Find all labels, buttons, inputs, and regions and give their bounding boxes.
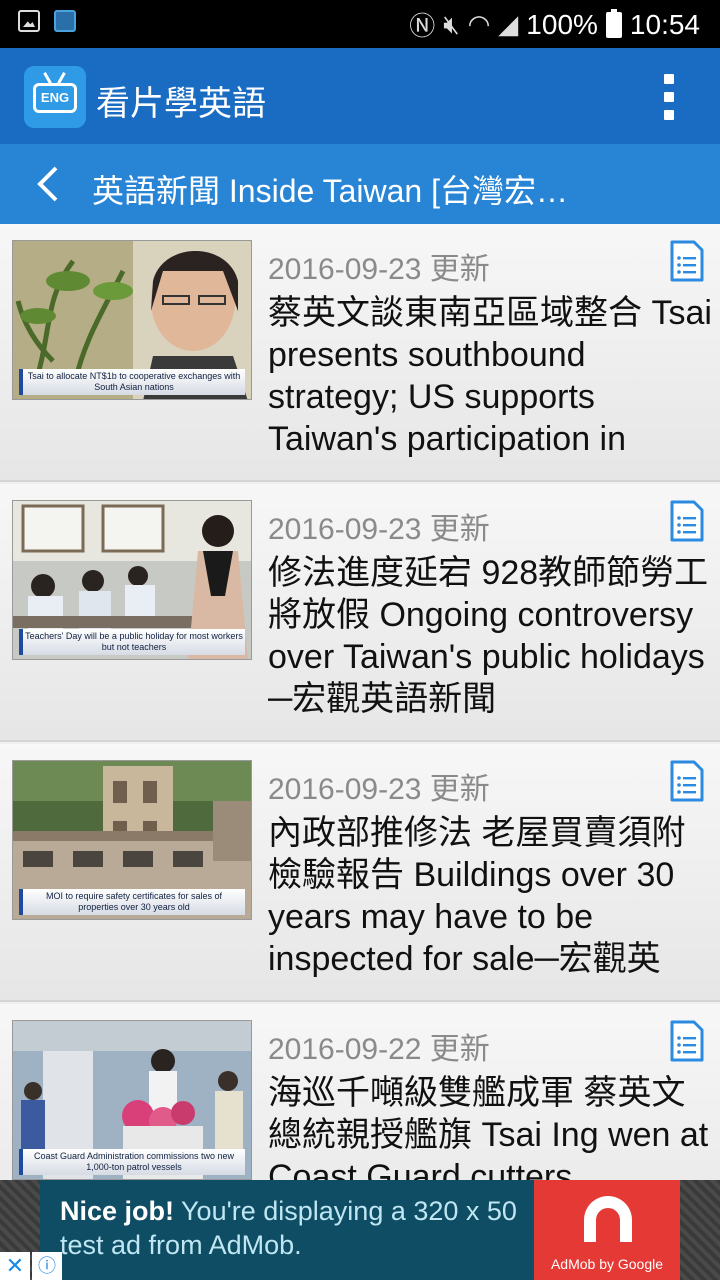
admob-logo-icon [584, 1196, 632, 1242]
status-bar: Ⓝ 🔇︎ ◠ ◢ 100% 10:54 [0, 0, 720, 48]
thumbnail-caption: Coast Guard Administration commissions t… [19, 1149, 245, 1175]
news-item[interactable]: Teachers' Day will be a public holiday f… [0, 484, 720, 742]
ad-info-icon[interactable]: ⓘ [32, 1252, 62, 1280]
news-thumbnail[interactable]: Teachers' Day will be a public holiday f… [12, 500, 252, 660]
thumbnail-caption: MOI to require safety certificates for s… [19, 889, 245, 915]
app-bar: ENG 看片學英語 [0, 48, 720, 144]
document-icon[interactable] [670, 1020, 704, 1062]
document-icon[interactable] [670, 240, 704, 282]
news-item[interactable]: MOI to require safety certificates for s… [0, 744, 720, 1002]
news-date: 2016-09-23 更新 [268, 773, 490, 806]
news-headline[interactable]: 蔡英文談東南亞區域整合 Tsai presents southbound str… [268, 292, 714, 472]
back-arrow-icon[interactable] [30, 164, 70, 204]
ad-content[interactable]: Nice job! You're displaying a 320 x 50 t… [40, 1180, 680, 1280]
mute-icon: 🔇︎ [443, 8, 460, 39]
news-thumbnail[interactable]: MOI to require safety certificates for s… [12, 760, 252, 920]
news-headline[interactable]: 內政部推修法 老屋買賣須附檢驗報告 Buildings over 30 year… [268, 812, 714, 992]
app-logo-text: ENG [33, 83, 77, 113]
battery-percent: 100% [526, 8, 598, 40]
news-list[interactable]: Tsai to allocate NT$1b to cooperative ex… [0, 224, 720, 1180]
overflow-menu-icon[interactable] [662, 74, 676, 120]
news-headline[interactable]: 修法進度延宕 928教師節勞工將放假 Ongoing controversy o… [268, 552, 714, 732]
news-headline[interactable]: 海巡千噸級雙艦成軍 蔡英文總統親授艦旗 Tsai Ing wen at Coas… [268, 1072, 714, 1180]
signal-icon: ◢ [498, 9, 519, 39]
category-header: 英語新聞 Inside Taiwan [台灣宏… [0, 144, 720, 224]
ad-text: Nice job! You're displaying a 320 x 50 t… [60, 1194, 540, 1262]
admob-logo: AdMob by Google [534, 1180, 680, 1280]
admob-brand-text: AdMob by Google [550, 1256, 664, 1272]
battery-icon [605, 8, 622, 38]
thumbnail-caption: Tsai to allocate NT$1b to cooperative ex… [19, 369, 245, 395]
ad-text-bold: Nice job! [60, 1196, 175, 1226]
news-item[interactable]: Coast Guard Administration commissions t… [0, 1004, 720, 1180]
document-icon[interactable] [670, 760, 704, 802]
ad-close-icon[interactable]: ✕ [0, 1252, 30, 1280]
wifi-icon: ◠ [467, 9, 491, 39]
thumbnail-caption: Teachers' Day will be a public holiday f… [19, 629, 245, 655]
news-thumbnail[interactable]: Tsai to allocate NT$1b to cooperative ex… [12, 240, 252, 400]
nfc-icon: Ⓝ [409, 11, 436, 41]
app-logo-icon: ENG [24, 66, 86, 128]
clock: 10:54 [629, 8, 700, 40]
news-thumbnail[interactable]: Coast Guard Administration commissions t… [12, 1020, 252, 1180]
document-icon[interactable] [670, 500, 704, 542]
news-date: 2016-09-22 更新 [268, 1033, 490, 1066]
gallery-notification-icon [18, 10, 40, 32]
news-item[interactable]: Tsai to allocate NT$1b to cooperative ex… [0, 224, 720, 482]
news-date: 2016-09-23 更新 [268, 513, 490, 546]
app-title: 看片學英語 [96, 85, 266, 123]
news-date: 2016-09-23 更新 [268, 253, 490, 286]
app-notification-icon [54, 10, 76, 32]
category-title: 英語新聞 Inside Taiwan [台灣宏… [92, 173, 568, 209]
ad-banner[interactable]: Nice job! You're displaying a 320 x 50 t… [0, 1180, 720, 1280]
